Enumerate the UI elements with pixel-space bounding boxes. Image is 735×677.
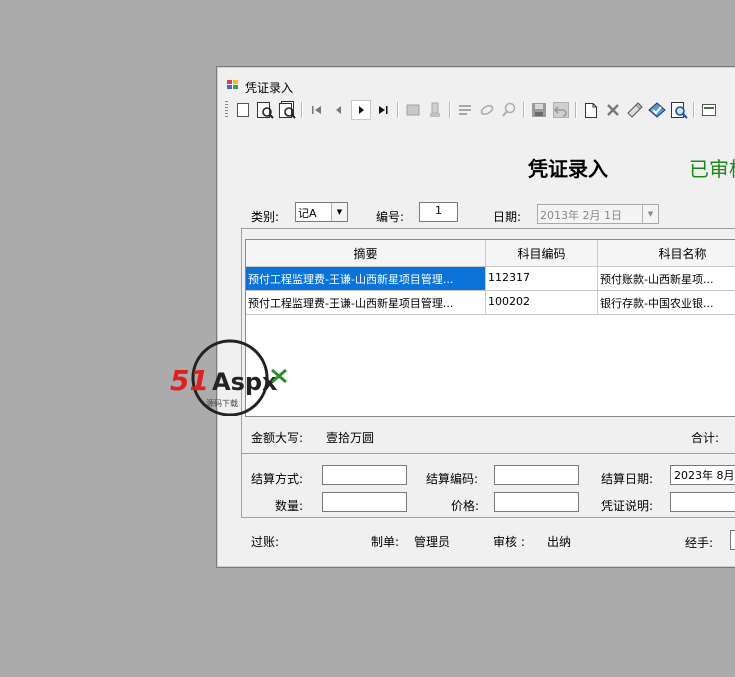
audit-icon[interactable] bbox=[647, 100, 667, 120]
amount-words-label: 金额大写: bbox=[251, 431, 304, 445]
watermark-sub: 源码下载 bbox=[206, 398, 238, 408]
quantity-label: 数量: bbox=[275, 499, 304, 513]
divider bbox=[242, 453, 735, 454]
toolbar-grip[interactable] bbox=[225, 101, 228, 118]
price-field[interactable] bbox=[494, 492, 579, 512]
row-1-account-code[interactable]: 112317 bbox=[486, 267, 598, 291]
toolbar-disabled-icon-4[interactable] bbox=[477, 100, 497, 120]
last-record-icon[interactable] bbox=[373, 100, 393, 120]
maker-label: 制单: bbox=[371, 535, 400, 549]
settlement-date-field[interactable]: 2023年 8月31 bbox=[670, 465, 735, 485]
voucher-note-label: 凭证说明: bbox=[601, 499, 654, 513]
toolbar-disabled-icon-3[interactable] bbox=[455, 100, 475, 120]
column-header-account-code[interactable]: 科目编码 bbox=[486, 240, 598, 267]
settlement-method-label: 结算方式: bbox=[251, 472, 304, 486]
page-title: 凭证录入 bbox=[528, 157, 608, 181]
voucher-panel: 摘要 科目编码 科目名称 预付工程监理费-王谦-山西新星项目管理... 1123… bbox=[241, 228, 735, 518]
toolbar-disabled-icon-1[interactable] bbox=[403, 100, 423, 120]
edit-icon[interactable] bbox=[625, 100, 645, 120]
total-label: 合计: bbox=[691, 431, 720, 445]
toolbar bbox=[223, 99, 735, 121]
next-record-icon[interactable] bbox=[351, 100, 371, 120]
settlement-method-field[interactable] bbox=[322, 465, 407, 485]
watermark-brand-rest: Aspx bbox=[212, 368, 278, 396]
voucher-grid[interactable]: 摘要 科目编码 科目名称 预付工程监理费-王谦-山西新星项目管理... 1123… bbox=[245, 239, 735, 417]
maker-value: 管理员 bbox=[414, 535, 451, 549]
new-page-icon[interactable] bbox=[233, 100, 253, 120]
window-title: 凭证录入 bbox=[245, 81, 294, 95]
settlement-code-label: 结算编码: bbox=[426, 472, 479, 486]
row-1-account-name[interactable]: 预付账款-山西新星项... bbox=[598, 267, 735, 291]
date-value: 2013年 2月 1日 bbox=[540, 209, 622, 222]
app-icon bbox=[227, 80, 239, 90]
cashier-value: 出纳 bbox=[547, 535, 572, 549]
chevron-down-icon[interactable]: ▼ bbox=[331, 203, 347, 221]
row-2-account-code[interactable]: 100202 bbox=[486, 291, 598, 315]
title-bar[interactable]: 凭证录入 bbox=[217, 67, 735, 95]
category-select[interactable]: 记A ▼ bbox=[295, 202, 348, 222]
toolbar-disabled-icon-2[interactable] bbox=[425, 100, 445, 120]
row-2-summary[interactable]: 预付工程监理费-王谦-山西新星项目管理... bbox=[246, 291, 486, 315]
category-label: 类别: bbox=[251, 210, 280, 224]
number-field[interactable]: 1 bbox=[419, 202, 458, 222]
print-preview-multi-icon[interactable] bbox=[277, 100, 297, 120]
undo-icon[interactable] bbox=[551, 100, 571, 120]
number-label: 编号: bbox=[376, 210, 405, 224]
amount-words-value: 壹拾万圆 bbox=[326, 431, 375, 445]
quantity-field[interactable] bbox=[322, 492, 407, 512]
row-1-summary[interactable]: 预付工程监理费-王谦-山西新星项目管理... bbox=[246, 267, 486, 291]
toolbar-disabled-search-icon[interactable] bbox=[499, 100, 519, 120]
find-icon[interactable] bbox=[669, 100, 689, 120]
previous-record-icon[interactable] bbox=[329, 100, 349, 120]
save-icon[interactable] bbox=[529, 100, 549, 120]
date-picker[interactable]: 2013年 2月 1日 ▼ bbox=[537, 204, 659, 224]
auditor-label: 审核 : bbox=[493, 535, 525, 549]
print-preview-icon[interactable] bbox=[255, 100, 275, 120]
first-record-icon[interactable] bbox=[307, 100, 327, 120]
posting-label: 过账: bbox=[251, 535, 280, 549]
delete-icon[interactable] bbox=[603, 100, 623, 120]
row-2-account-name[interactable]: 银行存款-中国农业银... bbox=[598, 291, 735, 315]
settlement-date-label: 结算日期: bbox=[601, 472, 654, 486]
audit-status-label: 已审核 bbox=[689, 157, 735, 181]
price-label: 价格: bbox=[451, 499, 480, 513]
voucher-note-field[interactable] bbox=[670, 492, 735, 512]
voucher-entry-window: 凭证录入 凭证录入 已审 类别: 记A ▼ 编号: 1 日期: 2013年 2月… bbox=[216, 66, 735, 568]
more-icon[interactable] bbox=[699, 100, 719, 120]
handler-field[interactable] bbox=[730, 530, 735, 550]
column-header-summary[interactable]: 摘要 bbox=[246, 240, 486, 267]
calendar-dropdown-icon[interactable]: ▼ bbox=[642, 205, 658, 223]
watermark-brand: 51 bbox=[170, 364, 209, 397]
settlement-code-field[interactable] bbox=[494, 465, 579, 485]
new-document-icon[interactable] bbox=[581, 100, 601, 120]
handler-label: 经手: bbox=[685, 536, 714, 550]
watermark-logo: 51 Aspx 源码下载 bbox=[168, 336, 298, 417]
column-header-account-name[interactable]: 科目名称 bbox=[598, 240, 735, 267]
category-value: 记A bbox=[298, 207, 317, 220]
date-label: 日期: bbox=[493, 210, 522, 224]
